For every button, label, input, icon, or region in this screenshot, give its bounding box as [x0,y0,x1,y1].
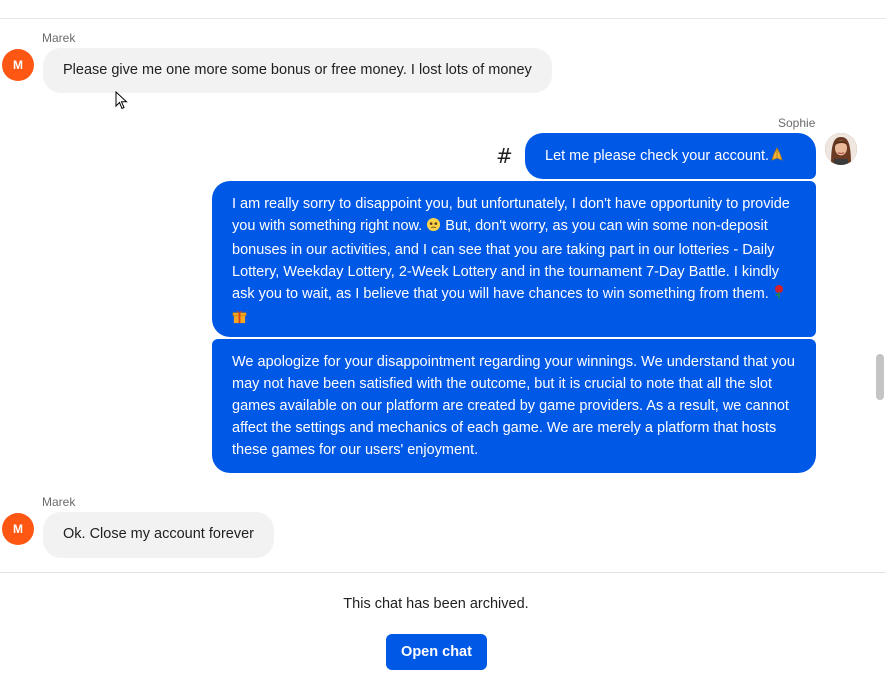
archived-notice: This chat has been archived. [343,596,529,612]
message-bubble-marek-1: Please give me one more some bonus or fr… [43,48,552,93]
message-bubble-marek-2: Ok. Close my account forever [43,512,274,558]
avatar-marek: M [2,49,34,81]
avatar-sophie [825,133,857,165]
message-bubble-sophie-1: Let me please check your account. [525,133,816,179]
avatar-marek: M [2,513,34,545]
sender-name-marek: Marek [42,31,76,45]
bottom-divider [0,572,886,573]
open-chat-button[interactable]: Open chat [386,634,487,670]
message-text: Ok. Close my account forever [63,526,254,542]
message-bubble-sophie-3: We apologize for your disappointment reg… [212,339,816,473]
message-text: Let me please check your account. [545,148,770,164]
top-divider [0,18,886,19]
folded-hands-emoji-icon [769,146,785,169]
message-text: We apologize for your disappointment reg… [232,354,795,458]
rose-emoji-icon [773,284,785,307]
sender-name-marek: Marek [42,495,76,509]
pleading-face-emoji-icon [426,217,441,239]
message-text: Please give me one more some bonus or fr… [63,62,532,78]
mouse-cursor-icon [115,91,128,110]
gift-emoji-icon [232,309,247,331]
scrollbar-thumb[interactable] [876,354,884,400]
sender-name-sophie: Sophie [778,116,816,130]
message-bubble-sophie-2: I am really sorry to disappoint you, but… [212,181,816,337]
hash-icon[interactable]: # [496,144,513,168]
